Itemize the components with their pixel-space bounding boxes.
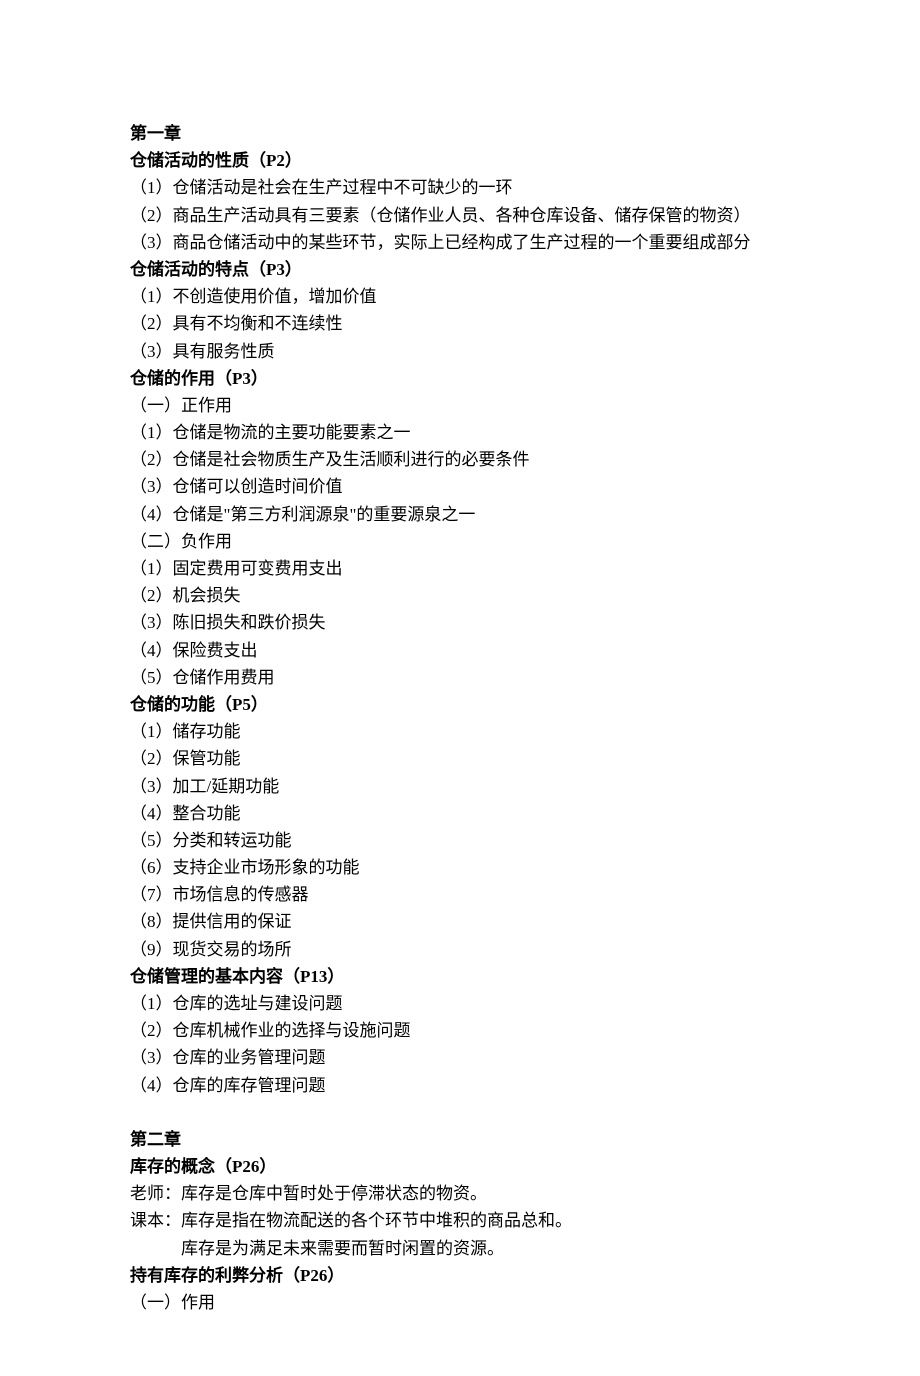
section-heading: 持有库存的利弊分析（P26） [130,1262,790,1289]
list-item: （6）支持企业市场形象的功能 [130,854,790,881]
list-item: （1）不创造使用价值，增加价值 [130,283,790,310]
list-item: （4）保险费支出 [130,637,790,664]
list-item: （1）仓储是物流的主要功能要素之一 [130,419,790,446]
list-item: （1）仓储活动是社会在生产过程中不可缺少的一环 [130,174,790,201]
list-item: （3）仓储可以创造时间价值 [130,473,790,500]
list-item: （2）机会损失 [130,582,790,609]
section-heading: 仓储的功能（P5） [130,691,790,718]
subsection-heading: （二）负作用 [130,528,790,555]
subsection-heading: （一）正作用 [130,392,790,419]
list-item: （3）陈旧损失和跌价损失 [130,609,790,636]
list-item: （2）仓库机械作业的选择与设施问题 [130,1017,790,1044]
section-heading: 仓储管理的基本内容（P13） [130,963,790,990]
section-heading: 仓储活动的特点（P3） [130,256,790,283]
list-item: （7）市场信息的传感器 [130,881,790,908]
section-heading: 仓储活动的性质（P2） [130,147,790,174]
list-item: （3）商品仓储活动中的某些环节，实际上已经构成了生产过程的一个重要组成部分 [130,229,790,256]
section-heading: 仓储的作用（P3） [130,365,790,392]
list-item: （2）仓储是社会物质生产及生活顺利进行的必要条件 [130,446,790,473]
list-item: 课本：库存是指在物流配送的各个环节中堆积的商品总和。 [130,1207,790,1234]
list-item: （9）现货交易的场所 [130,936,790,963]
list-item: （3）加工/延期功能 [130,773,790,800]
section-heading: 库存的概念（P26） [130,1153,790,1180]
list-item: （5）仓储作用费用 [130,664,790,691]
chapter-title: 第二章 [130,1126,790,1153]
list-item: （1）固定费用可变费用支出 [130,555,790,582]
gap [130,1099,790,1126]
list-item: （2）商品生产活动具有三要素（仓储作业人员、各种仓库设备、储存保管的物资） [130,202,790,229]
list-item: （4）仓库的库存管理问题 [130,1072,790,1099]
list-item: 老师：库存是仓库中暂时处于停滞状态的物资。 [130,1180,790,1207]
list-item: （5）分类和转运功能 [130,827,790,854]
list-item: （1）储存功能 [130,718,790,745]
list-item: （2）具有不均衡和不连续性 [130,310,790,337]
document-content: 第一章 仓储活动的性质（P2） （1）仓储活动是社会在生产过程中不可缺少的一环 … [130,120,790,1316]
list-item: （3）具有服务性质 [130,338,790,365]
chapter-title: 第一章 [130,120,790,147]
list-item: （1）仓库的选址与建设问题 [130,990,790,1017]
list-item: （3）仓库的业务管理问题 [130,1044,790,1071]
subsection-heading: （一）作用 [130,1289,790,1316]
list-item: （2）保管功能 [130,745,790,772]
list-item: （4）整合功能 [130,800,790,827]
list-item: （8）提供信用的保证 [130,908,790,935]
list-item: （4）仓储是"第三方利润源泉"的重要源泉之一 [130,501,790,528]
list-item: 库存是为满足未来需要而暂时闲置的资源。 [130,1235,790,1262]
